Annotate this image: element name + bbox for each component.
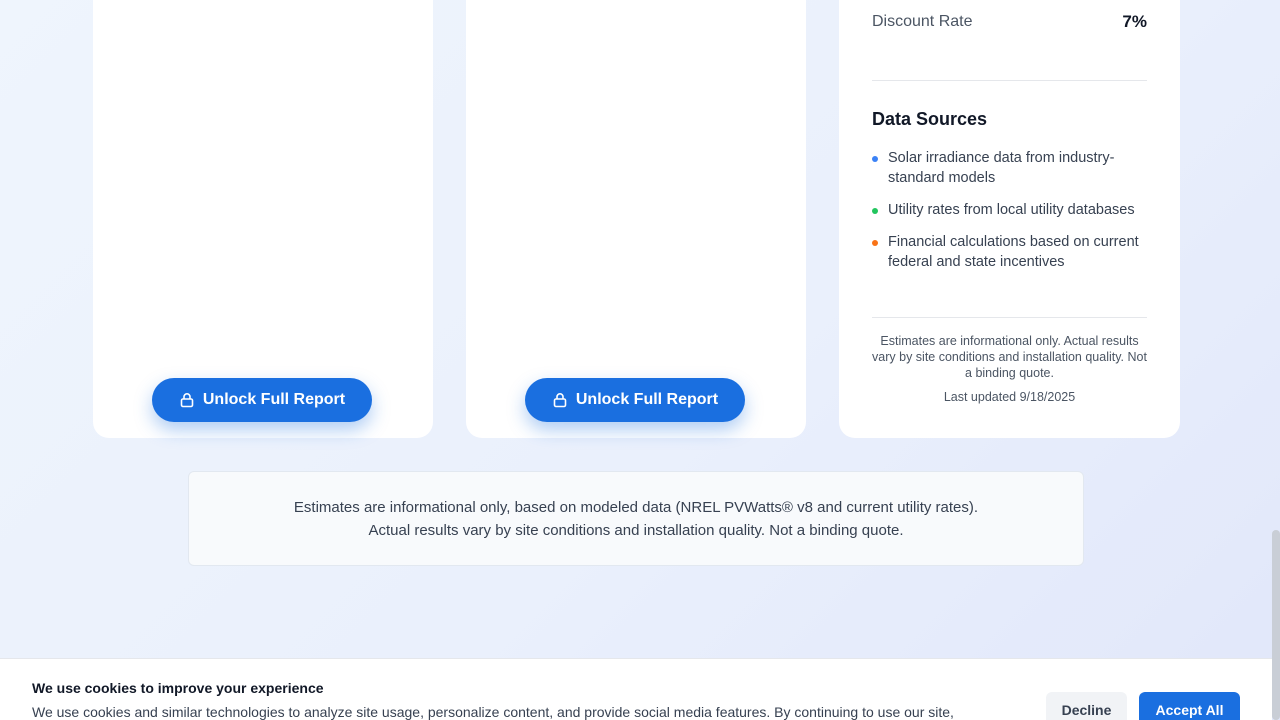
cookie-banner-text: We use cookies and similar technologies …: [32, 704, 954, 720]
discount-rate-value: 7%: [1122, 12, 1147, 31]
unlock-button-label: Unlock Full Report: [575, 391, 719, 408]
lock-icon: [553, 393, 567, 408]
unlock-button-label: Unlock Full Report: [202, 391, 346, 408]
report-card-left: Unlock Full Report: [93, 0, 433, 438]
data-sources-list: Solar irradiance data from industry-stan…: [872, 148, 1150, 284]
data-source-text: Solar irradiance data from industry-stan…: [888, 150, 1115, 186]
assumptions-card: Discount Rate 7% Data Sources Solar irra…: [839, 0, 1180, 438]
accept-all-cookies-button[interactable]: Accept All: [1139, 692, 1240, 720]
data-sources-title: Data Sources: [872, 109, 988, 129]
cookie-banner-title: We use cookies to improve your experienc…: [32, 680, 324, 696]
report-card-middle: Unlock Full Report: [466, 0, 806, 438]
discount-rate-label: Discount Rate: [872, 13, 973, 30]
data-source-item: Financial calculations based on current …: [872, 232, 1150, 272]
last-updated: Last updated 9/18/2025: [943, 390, 1076, 404]
divider: [872, 317, 1147, 318]
bullet-dot-icon: [872, 240, 878, 246]
data-source-item: Solar irradiance data from industry-stan…: [872, 148, 1150, 188]
cookie-banner: We use cookies to improve your experienc…: [0, 658, 1272, 720]
unlock-full-report-button[interactable]: Unlock Full Report: [152, 378, 372, 422]
disclaimer-line-1: Estimates are informational only, based …: [293, 498, 979, 516]
scrollbar[interactable]: [1272, 0, 1280, 720]
discount-rate-row: Discount Rate 7%: [872, 12, 1147, 32]
data-source-text: Financial calculations based on current …: [888, 234, 1139, 270]
unlock-full-report-button[interactable]: Unlock Full Report: [525, 378, 745, 422]
bullet-dot-icon: [872, 156, 878, 162]
lock-icon: [180, 393, 194, 408]
decline-cookies-button[interactable]: Decline: [1046, 692, 1127, 720]
disclaimer-box: Estimates are informational only, based …: [188, 471, 1084, 566]
divider: [872, 80, 1147, 81]
data-source-text: Utility rates from local utility databas…: [888, 202, 1135, 218]
estimate-note: Estimates are informational only. Actual…: [872, 334, 1147, 380]
bullet-dot-icon: [872, 208, 878, 214]
scrollbar-thumb[interactable]: [1272, 530, 1280, 720]
disclaimer-line-2: Actual results vary by site conditions a…: [368, 521, 904, 539]
data-source-item: Utility rates from local utility databas…: [872, 200, 1150, 220]
